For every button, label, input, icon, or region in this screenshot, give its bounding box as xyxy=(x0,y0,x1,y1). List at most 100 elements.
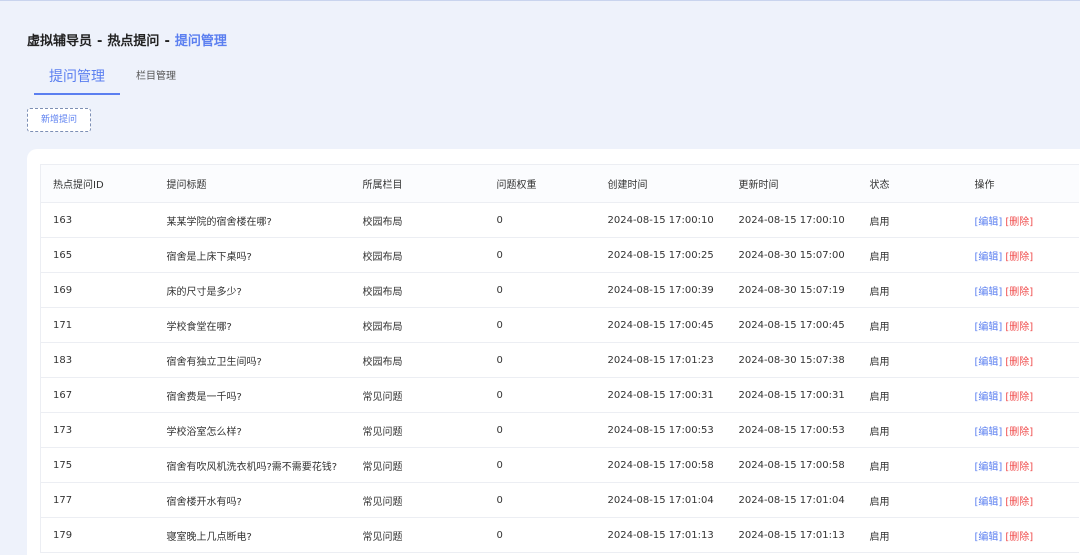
cell-id: 175 xyxy=(40,447,155,483)
cell-created: 2024-08-15 17:00:58 xyxy=(595,447,727,483)
cell-created: 2024-08-15 17:00:10 xyxy=(595,202,727,238)
table-row: 163 某某学院的宿舍楼在哪? 校园布局 0 2024-08-15 17:00:… xyxy=(40,202,1079,238)
cell-weight: 0 xyxy=(484,377,596,413)
page: 虚拟辅导员 - 热点提问 - 提问管理 提问管理 栏目管理 新增提问 热点提问ID 提问… xyxy=(0,0,1080,555)
breadcrumb-separator: - xyxy=(164,34,170,49)
status-badge: 启用 xyxy=(857,517,963,553)
delete-link[interactable]: [删除] xyxy=(1005,392,1033,403)
delete-link[interactable]: [删除] xyxy=(1005,322,1033,333)
cell-actions: [编辑] [删除] xyxy=(962,482,1079,518)
status-badge: 启用 xyxy=(857,447,963,483)
cell-title: 寝室晚上几点断电? xyxy=(154,517,351,553)
cell-actions: [编辑] [删除] xyxy=(962,237,1079,273)
edit-link[interactable]: [编辑] xyxy=(975,497,1003,508)
edit-link[interactable]: [编辑] xyxy=(975,357,1003,368)
delete-link[interactable]: [删除] xyxy=(1005,427,1033,438)
table-row: 167 宿舍费是一千吗? 常见问题 0 2024-08-15 17:00:31 … xyxy=(40,377,1079,413)
status-badge: 启用 xyxy=(857,307,963,343)
cell-actions: [编辑] [删除] xyxy=(962,202,1079,238)
table-row: 173 学校浴室怎么样? 常见问题 0 2024-08-15 17:00:53 … xyxy=(40,412,1079,448)
cell-actions: [编辑] [删除] xyxy=(962,342,1079,378)
tab-question-management[interactable]: 提问管理 xyxy=(34,65,120,95)
cell-title: 宿舍是上床下桌吗? xyxy=(154,237,351,273)
breadcrumb-separator: - xyxy=(97,34,103,49)
delete-link[interactable]: [删除] xyxy=(1005,497,1033,508)
delete-link[interactable]: [删除] xyxy=(1005,357,1033,368)
edit-link[interactable]: [编辑] xyxy=(975,462,1003,473)
edit-link[interactable]: [编辑] xyxy=(975,427,1003,438)
cell-id: 165 xyxy=(40,237,155,273)
cell-updated: 2024-08-15 17:00:45 xyxy=(726,307,858,343)
cell-category: 校园布局 xyxy=(350,202,485,238)
cell-actions: [编辑] [删除] xyxy=(962,377,1079,413)
table-row: 183 宿舍有独立卫生间吗? 校园布局 0 2024-08-15 17:01:2… xyxy=(40,342,1079,378)
edit-link[interactable]: [编辑] xyxy=(975,252,1003,263)
delete-link[interactable]: [删除] xyxy=(1005,252,1033,263)
table-row: 179 寝室晚上几点断电? 常见问题 0 2024-08-15 17:01:13… xyxy=(40,517,1079,553)
cell-created: 2024-08-15 17:00:45 xyxy=(595,307,727,343)
cell-weight: 0 xyxy=(484,342,596,378)
breadcrumb-level1[interactable]: 虚拟辅导员 xyxy=(27,34,92,49)
status-badge: 启用 xyxy=(857,272,963,308)
cell-title: 宿舍楼开水有吗? xyxy=(154,482,351,518)
cell-weight: 0 xyxy=(484,517,596,553)
cell-updated: 2024-08-15 17:01:13 xyxy=(726,517,858,553)
status-badge: 启用 xyxy=(857,377,963,413)
table-row: 175 宿舍有吹风机洗衣机吗?需不需要花钱? 常见问题 0 2024-08-15… xyxy=(40,447,1079,483)
cell-category: 校园布局 xyxy=(350,342,485,378)
cell-actions: [编辑] [删除] xyxy=(962,517,1079,553)
header-status: 状态 xyxy=(857,164,963,203)
cell-weight: 0 xyxy=(484,412,596,448)
table-row: 177 宿舍楼开水有吗? 常见问题 0 2024-08-15 17:01:04 … xyxy=(40,482,1079,518)
edit-link[interactable]: [编辑] xyxy=(975,322,1003,333)
delete-link[interactable]: [删除] xyxy=(1005,287,1033,298)
cell-category: 校园布局 xyxy=(350,307,485,343)
cell-title: 宿舍有吹风机洗衣机吗?需不需要花钱? xyxy=(154,447,351,483)
status-badge: 启用 xyxy=(857,412,963,448)
delete-link[interactable]: [删除] xyxy=(1005,462,1033,473)
cell-category: 常见问题 xyxy=(350,412,485,448)
breadcrumb: 虚拟辅导员 - 热点提问 - 提问管理 xyxy=(27,30,227,49)
edit-link[interactable]: [编辑] xyxy=(975,392,1003,403)
cell-weight: 0 xyxy=(484,447,596,483)
cell-updated: 2024-08-15 17:00:31 xyxy=(726,377,858,413)
cell-updated: 2024-08-15 17:01:04 xyxy=(726,482,858,518)
header-created: 创建时间 xyxy=(595,164,727,203)
status-badge: 启用 xyxy=(857,237,963,273)
cell-updated: 2024-08-30 15:07:38 xyxy=(726,342,858,378)
delete-link[interactable]: [删除] xyxy=(1005,532,1033,543)
cell-category: 校园布局 xyxy=(350,237,485,273)
cell-created: 2024-08-15 17:00:53 xyxy=(595,412,727,448)
header-title: 提问标题 xyxy=(154,164,351,203)
cell-actions: [编辑] [删除] xyxy=(962,272,1079,308)
cell-updated: 2024-08-30 15:07:19 xyxy=(726,272,858,308)
cell-title: 宿舍费是一千吗? xyxy=(154,377,351,413)
status-badge: 启用 xyxy=(857,202,963,238)
cell-actions: [编辑] [删除] xyxy=(962,412,1079,448)
cell-weight: 0 xyxy=(484,272,596,308)
cell-category: 常见问题 xyxy=(350,447,485,483)
cell-id: 167 xyxy=(40,377,155,413)
table-row: 171 学校食堂在哪? 校园布局 0 2024-08-15 17:00:45 2… xyxy=(40,307,1079,343)
cell-id: 183 xyxy=(40,342,155,378)
cell-id: 179 xyxy=(40,517,155,553)
cell-created: 2024-08-15 17:01:04 xyxy=(595,482,727,518)
tab-column-management[interactable]: 栏目管理 xyxy=(136,65,176,89)
cell-created: 2024-08-15 17:00:31 xyxy=(595,377,727,413)
question-table: 热点提问ID 提问标题 所属栏目 问题权重 创建时间 更新时间 状态 操作 16… xyxy=(40,164,1079,553)
cell-actions: [编辑] [删除] xyxy=(962,447,1079,483)
status-badge: 启用 xyxy=(857,482,963,518)
edit-link[interactable]: [编辑] xyxy=(975,217,1003,228)
cell-weight: 0 xyxy=(484,307,596,343)
cell-updated: 2024-08-15 17:00:58 xyxy=(726,447,858,483)
edit-link[interactable]: [编辑] xyxy=(975,287,1003,298)
add-question-button[interactable]: 新增提问 xyxy=(27,108,91,132)
delete-link[interactable]: [删除] xyxy=(1005,217,1033,228)
edit-link[interactable]: [编辑] xyxy=(975,532,1003,543)
table-row: 165 宿舍是上床下桌吗? 校园布局 0 2024-08-15 17:00:25… xyxy=(40,237,1079,273)
breadcrumb-level2[interactable]: 热点提问 xyxy=(107,34,159,49)
header-updated: 更新时间 xyxy=(726,164,858,203)
cell-created: 2024-08-15 17:00:39 xyxy=(595,272,727,308)
cell-title: 某某学院的宿舍楼在哪? xyxy=(154,202,351,238)
header-actions: 操作 xyxy=(962,164,1079,203)
